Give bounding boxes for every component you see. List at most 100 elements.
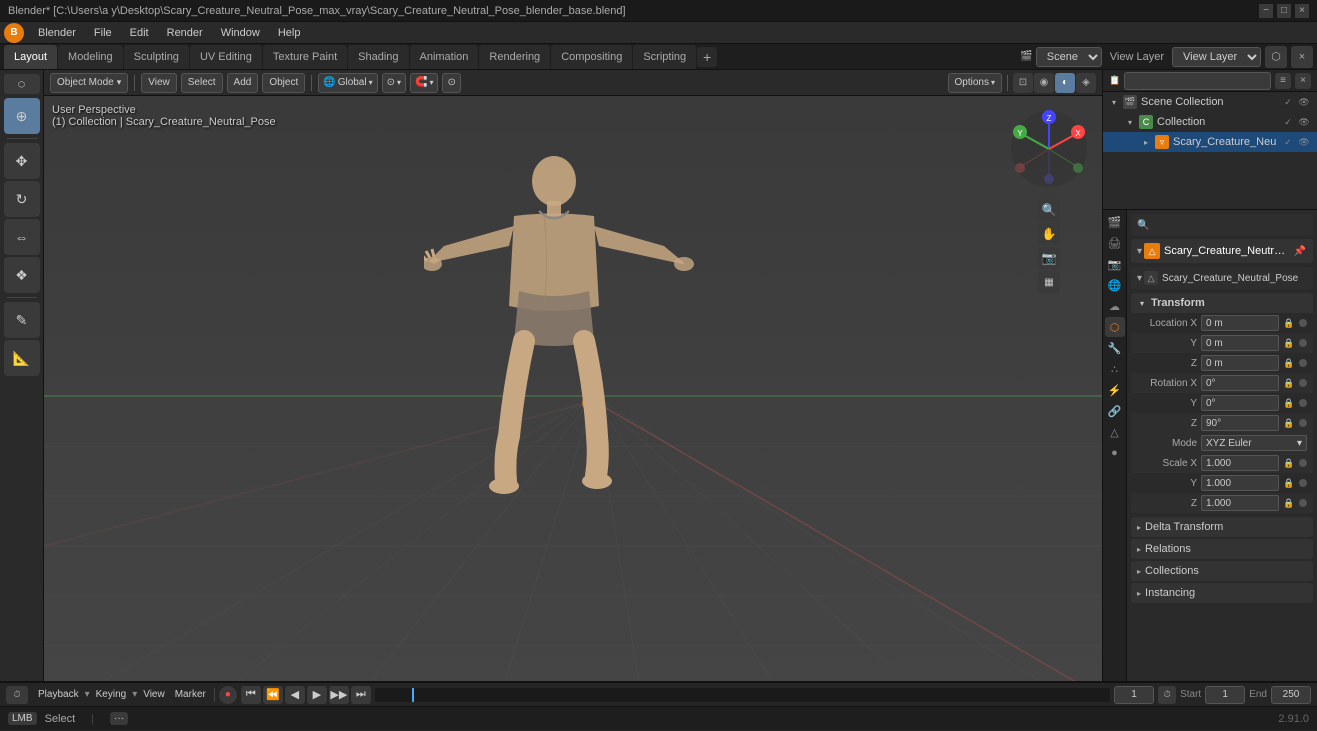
prop-data-icon[interactable]: △ xyxy=(1105,422,1125,442)
menu-file[interactable]: File xyxy=(86,25,120,41)
prop-object-icon[interactable]: ⬡ xyxy=(1105,317,1125,337)
start-frame-input[interactable] xyxy=(1205,686,1245,704)
tool-rotate[interactable]: ↻ xyxy=(4,181,40,217)
step-back-button[interactable]: ◀ xyxy=(285,686,305,704)
mode-select[interactable]: Object Mode ▾ xyxy=(50,73,128,93)
scene-select[interactable]: Scene xyxy=(1036,47,1102,67)
tab-rendering[interactable]: Rendering xyxy=(479,45,550,69)
prop-modifier-icon[interactable]: 🔧 xyxy=(1105,338,1125,358)
object-check[interactable]: ✓ xyxy=(1281,135,1295,149)
blender-logo[interactable]: B xyxy=(4,23,24,43)
location-x-keyframe[interactable] xyxy=(1299,319,1307,327)
location-y-value[interactable]: 0 m xyxy=(1201,335,1279,351)
rotation-z-value[interactable]: 90° xyxy=(1201,415,1279,431)
rotation-x-lock[interactable]: 🔒 xyxy=(1283,377,1295,389)
rotation-z-lock[interactable]: 🔒 xyxy=(1283,417,1295,429)
zoom-fit-button[interactable]: 🔍 xyxy=(1038,199,1060,221)
playback-menu[interactable]: Playback xyxy=(34,689,83,700)
nav-widget[interactable]: Z X Y xyxy=(1004,104,1094,194)
scale-y-keyframe[interactable] xyxy=(1299,479,1307,487)
location-x-value[interactable]: 0 m xyxy=(1201,315,1279,331)
keying-menu[interactable]: Keying xyxy=(92,689,131,700)
menu-help[interactable]: Help xyxy=(270,25,309,41)
scale-x-value[interactable]: 1.000 xyxy=(1201,455,1279,471)
snap-controls[interactable]: 🧲 ▾ xyxy=(410,73,438,93)
location-z-keyframe[interactable] xyxy=(1299,359,1307,367)
location-z-value[interactable]: 0 m xyxy=(1201,355,1279,371)
scene-collection-eye[interactable]: 👁 xyxy=(1297,95,1311,109)
tool-cursor[interactable]: ⊕ xyxy=(4,98,40,134)
rendered-shading[interactable]: ◈ xyxy=(1076,73,1096,93)
jump-end-button[interactable]: ⏭ xyxy=(351,686,371,704)
prop-scene-icon[interactable]: 🌐 xyxy=(1105,275,1125,295)
timeline-track[interactable] xyxy=(375,688,1110,702)
tab-shading[interactable]: Shading xyxy=(348,45,408,69)
scale-y-lock[interactable]: 🔒 xyxy=(1283,477,1295,489)
collections-header[interactable]: ▸ Collections xyxy=(1131,561,1313,581)
maximize-button[interactable]: □ xyxy=(1277,4,1291,18)
select-menu[interactable]: Select xyxy=(181,73,223,93)
menu-blender[interactable]: Blender xyxy=(30,25,84,41)
instancing-header[interactable]: ▸ Instancing xyxy=(1131,583,1313,603)
material-shading[interactable]: ◐ xyxy=(1055,73,1075,93)
pivot-point[interactable]: ⊙ ▾ xyxy=(382,73,406,93)
scene-collection-check[interactable]: ✓ xyxy=(1281,95,1295,109)
minimize-button[interactable]: − xyxy=(1259,4,1273,18)
tool-move[interactable]: ✥ xyxy=(4,143,40,179)
outliner-collection[interactable]: ▾ C Collection ✓ 👁 xyxy=(1103,112,1317,132)
close-button[interactable]: × xyxy=(1295,4,1309,18)
play-button[interactable]: ▶ xyxy=(307,686,327,704)
prop-output-icon[interactable]: 🖨 xyxy=(1105,233,1125,253)
add-menu[interactable]: Add xyxy=(227,73,259,93)
rotation-mode-select[interactable]: XYZ Euler ▾ xyxy=(1201,435,1307,451)
options-button[interactable]: Options ▾ xyxy=(948,73,1002,93)
jump-start-button[interactable]: ⏮ xyxy=(241,686,261,704)
menu-render[interactable]: Render xyxy=(159,25,211,41)
outliner-search[interactable] xyxy=(1124,72,1271,90)
tool-annotate[interactable]: ✎ xyxy=(4,302,40,338)
marker-menu[interactable]: Marker xyxy=(171,689,210,700)
orthographic-button[interactable]: ▦ xyxy=(1038,271,1060,293)
tab-modeling[interactable]: Modeling xyxy=(58,45,123,69)
collection-check[interactable]: ✓ xyxy=(1281,115,1295,129)
relations-header[interactable]: ▸ Relations xyxy=(1131,539,1313,559)
view-menu[interactable]: View xyxy=(141,73,177,93)
tab-compositing[interactable]: Compositing xyxy=(551,45,632,69)
current-frame-input[interactable] xyxy=(1114,686,1154,704)
prop-physics-icon[interactable]: ⚡ xyxy=(1105,380,1125,400)
scale-x-keyframe[interactable] xyxy=(1299,459,1307,467)
rotation-x-value[interactable]: 0° xyxy=(1201,375,1279,391)
viewport[interactable]: Object Mode ▾ View Select Add Object 🌐 G… xyxy=(44,70,1102,681)
outliner-filter[interactable]: ≡ xyxy=(1275,73,1291,89)
fps-button[interactable]: ⏱ xyxy=(1158,686,1176,704)
object-eye[interactable]: 👁 xyxy=(1297,135,1311,149)
solid-shading[interactable]: ◉ xyxy=(1034,73,1054,93)
view-layer-select[interactable]: View Layer xyxy=(1172,47,1261,67)
rotation-y-lock[interactable]: 🔒 xyxy=(1283,397,1295,409)
outliner-close[interactable]: × xyxy=(1295,73,1311,89)
rotation-z-keyframe[interactable] xyxy=(1299,419,1307,427)
tab-sculpting[interactable]: Sculpting xyxy=(124,45,189,69)
scale-z-value[interactable]: 1.000 xyxy=(1201,495,1279,511)
prop-view-layer-icon[interactable]: 📷 xyxy=(1105,254,1125,274)
object-menu[interactable]: Object xyxy=(262,73,305,93)
record-button[interactable]: ● xyxy=(219,686,237,704)
delta-transform-header[interactable]: ▸ Delta Transform xyxy=(1131,517,1313,537)
rotation-x-keyframe[interactable] xyxy=(1299,379,1307,387)
data-type-select[interactable]: ▾ △ xyxy=(1137,271,1158,285)
rotation-y-keyframe[interactable] xyxy=(1299,399,1307,407)
location-y-lock[interactable]: 🔒 xyxy=(1283,337,1295,349)
prop-material-icon[interactable]: ● xyxy=(1105,443,1125,463)
menu-window[interactable]: Window xyxy=(213,25,268,41)
prop-search-input[interactable] xyxy=(1153,220,1307,231)
collection-eye[interactable]: 👁 xyxy=(1297,115,1311,129)
location-y-keyframe[interactable] xyxy=(1299,339,1307,347)
prop-world-icon[interactable]: ☁ xyxy=(1105,296,1125,316)
rotation-y-value[interactable]: 0° xyxy=(1201,395,1279,411)
tab-layout[interactable]: Layout xyxy=(4,45,57,69)
camera-view-button[interactable]: 📷 xyxy=(1038,247,1060,269)
tab-animation[interactable]: Animation xyxy=(410,45,479,69)
tool-scale[interactable]: ⇔ xyxy=(4,219,40,255)
tab-uv-editing[interactable]: UV Editing xyxy=(190,45,262,69)
step-forward-button[interactable]: ▶▶ xyxy=(329,686,349,704)
